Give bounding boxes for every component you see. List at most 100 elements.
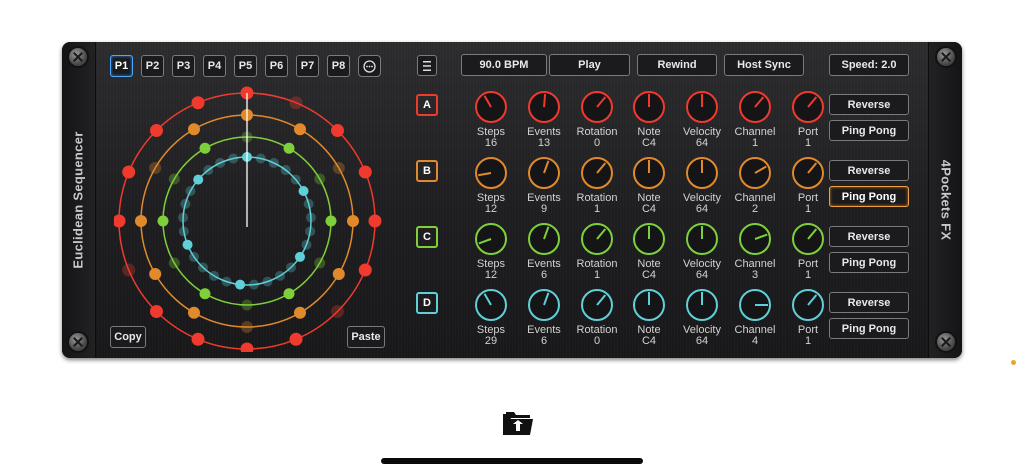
folder-open-icon[interactable] <box>500 404 536 440</box>
step-dot <box>157 215 169 227</box>
steps-knob[interactable] <box>474 222 508 256</box>
velocity-knob[interactable] <box>685 288 719 322</box>
menu-button[interactable] <box>417 55 437 76</box>
track-c-button[interactable]: C <box>416 226 438 248</box>
step-dot <box>122 165 136 179</box>
step-dot <box>122 263 136 277</box>
bpm-button[interactable]: 90.0 BPM <box>461 54 547 76</box>
steps-knob[interactable] <box>474 156 508 190</box>
step-dot <box>331 305 345 319</box>
step-dot <box>280 165 291 176</box>
step-dot <box>203 165 214 176</box>
rotation-knob[interactable] <box>580 156 614 190</box>
channel-knob[interactable] <box>738 288 772 322</box>
step-dot <box>191 96 205 110</box>
step-dot <box>178 226 189 237</box>
screw-icon <box>937 333 955 351</box>
steps-knob[interactable] <box>474 90 508 124</box>
track-b-button[interactable]: B <box>416 160 438 182</box>
note-knob[interactable] <box>632 288 666 322</box>
step-dot <box>289 332 303 346</box>
step-dot <box>182 239 193 250</box>
events-knob[interactable] <box>527 222 561 256</box>
step-dot <box>197 262 208 273</box>
vendor-label: 4Pockets FX <box>938 159 954 241</box>
rotation-knob[interactable] <box>580 90 614 124</box>
step-dot <box>199 142 211 154</box>
track-d-button[interactable]: D <box>416 292 438 314</box>
step-dot <box>149 123 163 137</box>
step-dot <box>358 263 372 277</box>
indicator-dot <box>1011 360 1016 365</box>
screw-icon <box>69 333 87 351</box>
velocity-knob[interactable] <box>685 156 719 190</box>
track-a-button[interactable]: A <box>416 94 438 116</box>
step-dot <box>188 306 200 319</box>
reverse-button[interactable]: Reverse <box>829 292 909 313</box>
step-dot <box>149 162 162 174</box>
host-sync-button[interactable]: Host Sync <box>724 54 804 76</box>
step-dot <box>294 306 306 319</box>
step-dot <box>209 270 219 281</box>
step-dot <box>191 332 205 346</box>
euclidean-rhythm-display <box>114 86 382 352</box>
step-dot <box>149 305 163 319</box>
step-dot <box>149 268 162 280</box>
step-dot <box>240 342 254 352</box>
step-dot <box>135 215 147 227</box>
reverse-button[interactable]: Reverse <box>829 160 909 181</box>
step-dot <box>255 153 266 164</box>
velocity-knob[interactable] <box>685 222 719 256</box>
play-button[interactable]: Play <box>549 54 630 76</box>
ping-pong-button[interactable]: Ping Pong <box>829 252 909 273</box>
step-dot <box>248 279 259 290</box>
port-knob[interactable] <box>791 90 825 124</box>
reverse-button[interactable]: Reverse <box>829 94 909 115</box>
port-knob[interactable] <box>791 156 825 190</box>
channel-knob[interactable] <box>738 222 772 256</box>
velocity-knob[interactable] <box>685 90 719 124</box>
step-dot <box>262 276 273 287</box>
port-knob[interactable] <box>791 288 825 322</box>
step-dot <box>294 251 305 262</box>
ping-pong-button[interactable]: Ping Pong <box>829 120 909 141</box>
note-knob[interactable] <box>632 90 666 124</box>
step-dot <box>305 226 316 237</box>
screw-icon <box>69 48 87 66</box>
step-dot <box>193 174 204 185</box>
ping-pong-button[interactable]: Ping Pong <box>829 318 909 339</box>
step-dot <box>325 215 337 227</box>
step-dot <box>188 123 200 136</box>
note-knob[interactable] <box>632 156 666 190</box>
step-dot <box>331 123 345 137</box>
step-dot <box>368 214 382 228</box>
reverse-button[interactable]: Reverse <box>829 226 909 247</box>
events-knob[interactable] <box>527 156 561 190</box>
step-dot <box>314 173 326 185</box>
steps-knob[interactable] <box>474 288 508 322</box>
channel-knob[interactable] <box>738 156 772 190</box>
ping-pong-button[interactable]: Ping Pong <box>829 186 909 207</box>
step-dot <box>332 268 345 280</box>
step-dot <box>168 257 180 269</box>
speed-button[interactable]: Speed: 2.0 <box>829 54 909 76</box>
rotation-knob[interactable] <box>580 222 614 256</box>
rotation-knob[interactable] <box>580 288 614 322</box>
step-dot <box>168 173 180 185</box>
step-dot <box>314 257 326 269</box>
step-dot <box>301 239 312 250</box>
channel-knob[interactable] <box>738 90 772 124</box>
rewind-button[interactable]: Rewind <box>637 54 717 76</box>
hamburger-icon <box>423 60 431 71</box>
step-dot <box>283 142 295 154</box>
screw-icon <box>937 48 955 66</box>
port-knob[interactable] <box>791 222 825 256</box>
step-dot <box>294 123 306 136</box>
step-dot <box>347 215 359 227</box>
events-knob[interactable] <box>527 288 561 322</box>
events-knob[interactable] <box>527 90 561 124</box>
note-knob[interactable] <box>632 222 666 256</box>
plugin-title: Euclidean Sequencer <box>70 131 86 269</box>
step-dot <box>268 157 279 168</box>
step-dot <box>199 288 211 300</box>
